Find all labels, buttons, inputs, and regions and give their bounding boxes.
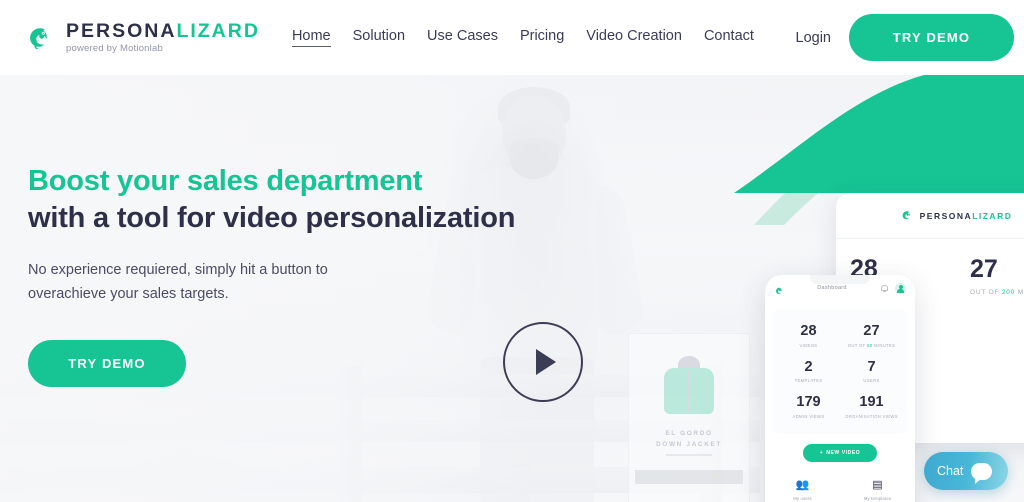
stat-label: OUT OF 60 MINUTES — [842, 343, 901, 348]
hero-headline-green: Boost your sales department — [28, 165, 423, 197]
nav-item-use-cases[interactable]: Use Cases — [427, 28, 498, 47]
stat-value: 7 — [867, 358, 876, 375]
brand-tagline: powered by Motionlab — [66, 43, 163, 54]
tablet-header: PERSONALIZARD — [836, 193, 1024, 239]
chat-label: Chat — [937, 464, 964, 478]
tablet-brand-logo: PERSONALIZARD — [900, 209, 1013, 222]
tablet-brand-green: LIZARD — [972, 210, 1013, 221]
stat-value: 27 — [970, 255, 998, 283]
stat-value: 27 — [863, 323, 880, 339]
stat-value: 191 — [859, 394, 884, 410]
jacket-image — [658, 356, 720, 418]
landing-page: PERSONALIZARD powered by Motionlab Home … — [0, 0, 1024, 502]
header-actions: Login TRY DEMO — [796, 14, 1014, 61]
stat-label: VIDEOS — [799, 342, 818, 348]
hero-headline-dark: with a tool for video personalization — [28, 202, 516, 235]
chameleon-icon — [900, 209, 913, 222]
site-header: PERSONALIZARD powered by Motionlab Home … — [0, 0, 1024, 75]
hero-subtext-line1: No experience requiered, simply hit a bu… — [28, 262, 328, 279]
stat-value: 179 — [796, 394, 821, 410]
play-icon — [536, 349, 556, 375]
divider — [666, 454, 712, 457]
phone-stat-videos: 28 VIDEOS — [777, 318, 840, 354]
chameleon-icon — [24, 23, 54, 53]
phone-stats-row: 28 VIDEOS 27 OUT OF 60 MINUTES — [777, 318, 903, 354]
stat-label: USERS — [863, 378, 880, 383]
stat-label-suffix: MI — [1017, 289, 1024, 296]
hero-section: Boost your sales department with a tool … — [0, 75, 1024, 502]
brand-name-green: LIZARD — [176, 19, 260, 42]
phone-page-title: Dashboard — [817, 285, 847, 291]
phone-stat-organisation-views: 191 ORGANISATION VIEWS — [840, 389, 903, 425]
avatar[interactable] — [895, 282, 906, 294]
brand-logo[interactable]: PERSONALIZARD powered by Motionlab — [24, 19, 260, 54]
try-demo-header-button[interactable]: TRY DEMO — [849, 14, 1014, 61]
phone-stats-row: 179 ADMIN VIEWS 191 ORGANISATION VIEWS — [777, 389, 903, 425]
product-action-bar — [635, 470, 743, 485]
main-navigation: Home Solution Use Cases Pricing Video Cr… — [291, 28, 754, 47]
stat-value: 28 — [800, 323, 817, 339]
product-name-line1: EL GORDO — [665, 430, 713, 437]
tablet-brand-dark: PERSONA — [919, 210, 973, 221]
stat-label: TEMPLATES — [794, 378, 823, 383]
phone-stat-minutes: 27 OUT OF 60 MINUTES — [840, 318, 903, 354]
shortcut-label: My users — [793, 495, 812, 501]
login-link[interactable]: Login — [796, 30, 831, 46]
templates-icon: ▤ — [872, 478, 883, 491]
product-name-line2: DOWN JACKET — [656, 441, 722, 449]
stat-label-suffix: MINUTES — [872, 342, 896, 348]
stat-label-prefix: OUT OF — [847, 342, 868, 348]
phone-dashboard-mockup: Dashboard 28 VIDEOS 27 OUT OF 60 MINUTES — [765, 275, 915, 502]
stat-label: ORGANISATION VIEWS — [845, 413, 898, 419]
stat-label-accent: 200 — [1001, 289, 1016, 296]
stat-label: ADMIN VIEWS — [792, 413, 825, 419]
bell-icon[interactable] — [880, 284, 889, 293]
product-name: EL GORDO DOWN JACKET — [656, 428, 722, 450]
new-video-button[interactable]: + NEW VIDEO — [803, 443, 877, 462]
chat-bubble-icon — [971, 462, 993, 484]
try-demo-hero-button[interactable]: TRY DEMO — [28, 340, 186, 388]
new-video-label: NEW VIDEO — [826, 449, 861, 456]
hero-subtext: No experience requiered, simply hit a bu… — [28, 259, 515, 306]
phone-stat-admin-views: 179 ADMIN VIEWS — [777, 389, 840, 425]
nav-item-solution[interactable]: Solution — [353, 28, 405, 47]
phone-shortcuts-row: 👥 My users ▤ My templates — [765, 478, 915, 501]
nav-item-contact[interactable]: Contact — [704, 28, 754, 47]
phone-stats-row: 2 TEMPLATES 7 USERS — [777, 354, 903, 390]
product-card: EL GORDO DOWN JACKET — [628, 333, 750, 502]
nav-item-video-creation[interactable]: Video Creation — [586, 28, 682, 47]
brand-name-dark: PERSONA — [66, 19, 177, 42]
users-icon: 👥 — [795, 478, 810, 491]
stat-label-prefix: OUT OF — [970, 289, 1002, 296]
play-video-button[interactable] — [503, 322, 583, 402]
phone-stat-templates: 2 TEMPLATES — [777, 354, 840, 390]
chat-widget-button[interactable]: Chat — [924, 452, 1008, 490]
shortcut-label: My templates — [863, 495, 892, 501]
phone-notch — [810, 275, 870, 284]
nav-item-home[interactable]: Home — [291, 28, 331, 47]
hero-copy: Boost your sales department with a tool … — [28, 163, 516, 388]
hero-subtext-line2: overachieve your sales targets. — [28, 285, 229, 302]
shortcut-my-users[interactable]: 👥 My users — [765, 478, 840, 501]
nav-item-pricing[interactable]: Pricing — [520, 28, 564, 47]
phone-stats-card: 28 VIDEOS 27 OUT OF 60 MINUTES 2 TEMPLAT… — [773, 309, 907, 434]
stat-label: OUT OF 200 MI — [970, 289, 1024, 296]
phone-stat-users: 7 USERS — [840, 354, 903, 390]
brand-text: PERSONALIZARD powered by Motionlab — [66, 19, 260, 54]
plus-icon: + — [819, 449, 824, 456]
chameleon-icon — [774, 283, 784, 294]
stat-value: 2 — [804, 358, 813, 375]
shortcut-my-templates[interactable]: ▤ My templates — [840, 478, 915, 501]
tablet-stat-minutes: 27 OUT OF 200 MI — [956, 239, 1024, 310]
